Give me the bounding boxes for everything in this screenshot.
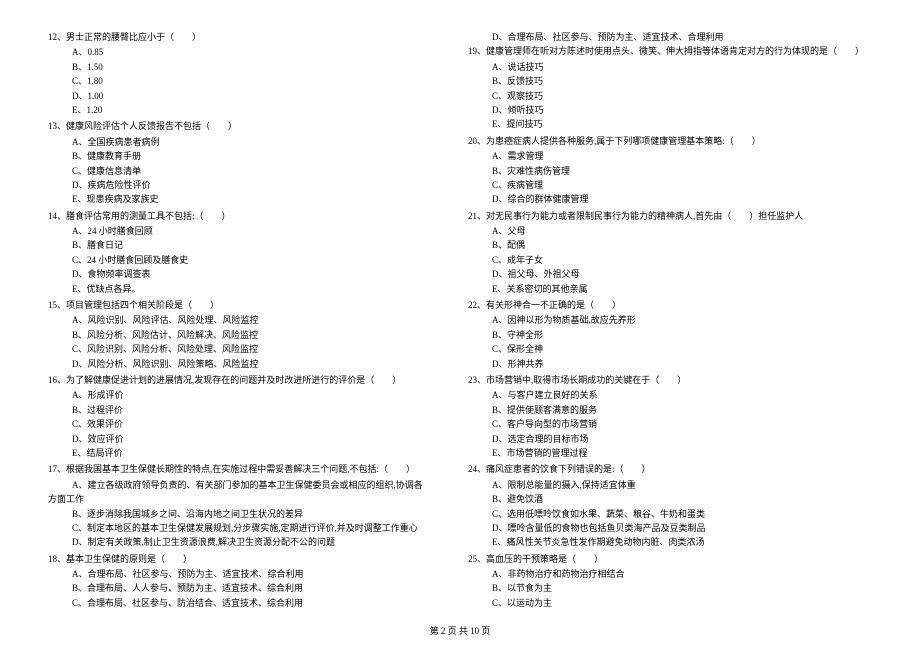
question-12: 12、男士正常的腰臀比应小于（ ） A、0.85 B、1.50 C、1.80 D… [48,30,452,117]
option: B、合理布局、人人参与、预防为主、适宜技术、综合利用 [48,581,452,595]
option: D、效应评价 [48,432,452,446]
option: C、健康信息清单 [48,164,452,178]
question-22: 22、有关形神合一不正确的是（ ） A、因神以形为物质基础,故应先养形 B、守神… [468,298,872,371]
option: B、膳食日记 [48,238,452,252]
option: C、1.80 [48,74,452,88]
option: C、疾病管理 [468,178,872,192]
question-21: 21、对无民事行为能力或者限制民事行为能力的精神病人,首先由（ ）担任监护人 A… [468,209,872,296]
question-17: 17、根据我国基本卫生保健长期性的特点,在实施过程中需妥善解决三个问题,不包括:… [48,462,452,549]
question-text: 24、痛风症患者的饮食下列错误的是:（ ） [468,462,872,476]
option: A、风险识别、风险评估、风险处理、风险监控 [48,313,452,327]
option: E、优缺点各异。 [48,282,452,296]
option: C、成年子女 [468,253,872,267]
question-text: 16、为了解健康促进计划的进展情况,发现存在的问题并及时改进所进行的评价是（ ） [48,373,452,387]
question-text: 20、为患癌症病人提供各种服务,属于下列哪项健康管理基本策略:（ ） [468,134,872,148]
option: B、逐步消除我国城乡之间、沿海内地之间卫生状况的差异 [48,507,452,521]
option: A、0.85 [48,45,452,59]
option: D、选定合理的目标市场 [468,432,872,446]
left-column: 12、男士正常的腰臀比应小于（ ） A、0.85 B、1.50 C、1.80 D… [40,30,460,612]
option: A、说话技巧 [468,60,872,74]
option: D、祖父母、外祖父母 [468,267,872,281]
option: D、倾听技巧 [468,103,872,117]
question-24: 24、痛风症患者的饮食下列错误的是:（ ） A、限制总能量的摄入,保持适宜体重 … [468,462,872,549]
option: B、以节食为主 [468,581,872,595]
question-19: 19、健康管理师在听对方陈述时使用点头、微笑、伸大拇指等体语肯定对方的行为体现的… [468,44,872,131]
question-text: 14、膳食评估常用的测量工具不包括:（ ） [48,209,452,223]
option: C、保形全神 [468,342,872,356]
question-16: 16、为了解健康促进计划的进展情况,发现存在的问题并及时改进所进行的评价是（ ）… [48,373,452,460]
question-15: 15、项目管理包括四个相关阶段是（ ） A、风险识别、风险评估、风险处理、风险监… [48,298,452,371]
option: A、父母 [468,224,872,238]
option: A、24 小时膳食回顾 [48,224,452,238]
question-14: 14、膳食评估常用的测量工具不包括:（ ） A、24 小时膳食回顾 B、膳食日记… [48,209,452,296]
question-text: 23、市场营销中,取得市场长期成功的关键在于（ ） [468,373,872,387]
question-text: 21、对无民事行为能力或者限制民事行为能力的精神病人,首先由（ ）担任监护人 [468,209,872,223]
option: D、嘌呤含量低的食物也包括鱼贝类海产品及豆类制品 [468,521,872,535]
option: A、非药物治疗和药物治疗相结合 [468,567,872,581]
option: C、选用低嘌呤饮食如水果、蔬菜、粮谷、牛奶和蛋类 [468,507,872,521]
option: A、限制总能量的摄入,保持适宜体重 [468,478,872,492]
option: A、合理布局、社区参与、预防为主、适宜技术、综合利用 [48,567,452,581]
option: B、灾难性病伤管理 [468,164,872,178]
option: B、提供使顾客满意的服务 [468,403,872,417]
option: E、关系密切的其他亲属 [468,282,872,296]
option: C、以运动为主 [468,596,872,610]
option: E、提问技巧 [468,117,872,131]
exam-page: 12、男士正常的腰臀比应小于（ ） A、0.85 B、1.50 C、1.80 D… [0,0,920,632]
option: D、形神共养 [468,357,872,371]
option: E、痛风性关节炎急性发作期避免动物内脏、肉类浓汤 [468,535,872,549]
option: C、观察技巧 [468,89,872,103]
option: D、疾病危险性评价 [48,178,452,192]
question-text: 15、项目管理包括四个相关阶段是（ ） [48,298,452,312]
option: D、食物频率调查表 [48,267,452,281]
option: A、因神以形为物质基础,故应先养形 [468,313,872,327]
option: D、风险分析、风险识别、风险策略、风险监控 [48,357,452,371]
option: C、风险识别、风险分析、风险处理、风险监控 [48,342,452,356]
option: E、现患疾病及家族史 [48,192,452,206]
option: A、形成评价 [48,388,452,402]
option: A、全国疾病患者病例 [48,135,452,149]
question-20: 20、为患癌症病人提供各种服务,属于下列哪项健康管理基本策略:（ ） A、需求管… [468,134,872,207]
option: B、避免饮酒 [468,492,872,506]
option: C、制定本地区的基本卫生保健发展规划,分步骤实施,定期进行评价,并及时调整工作重… [48,521,452,535]
option: E、结局评价 [48,446,452,460]
question-text: 25、高血压的干预策略是（ ） [468,552,872,566]
option: B、健康教育手册 [48,149,452,163]
question-text: 13、健康风险评估个人反馈报告不包括（ ） [48,119,452,133]
page-footer: 第 2 页 共 10 页 [0,624,920,638]
question-13: 13、健康风险评估个人反馈报告不包括（ ） A、全国疾病患者病例 B、健康教育手… [48,119,452,206]
option: C、24 小时膳食回顾及膳食史 [48,253,452,267]
question-text: 12、男士正常的腰臀比应小于（ ） [48,30,452,44]
question-text: 19、健康管理师在听对方陈述时使用点头、微笑、伸大拇指等体语肯定对方的行为体现的… [468,44,872,58]
option-wrap: 方面工作 [48,492,452,506]
question-text: 22、有关形神合一不正确的是（ ） [468,298,872,312]
question-25: 25、高血压的干预策略是（ ） A、非药物治疗和药物治疗相结合 B、以节食为主 … [468,552,872,611]
question-23: 23、市场营销中,取得市场长期成功的关键在于（ ） A、与客户建立良好的关系 B… [468,373,872,460]
option: B、风险分析、风险估计、风险解决、风险监控 [48,328,452,342]
option: D、制定有关政策,制止卫生资源浪费,解决卫生资源分配不公的问题 [48,535,452,549]
option: A、需求管理 [468,149,872,163]
option: B、守神全形 [468,328,872,342]
option: D、合理布局、社区参与、预防为主、适宜技术、合理利用 [468,30,872,44]
option: A、与客户建立良好的关系 [468,388,872,402]
option: C、效果评价 [48,417,452,431]
option: B、1.50 [48,60,452,74]
option: B、反馈技巧 [468,74,872,88]
option: D、1.00 [48,89,452,103]
option: E、市场营销的管理过程 [468,446,872,460]
question-text: 18、基本卫生保健的原则是（ ） [48,552,452,566]
question-18: 18、基本卫生保健的原则是（ ） A、合理布局、社区参与、预防为主、适宜技术、综… [48,552,452,611]
option: A、建立各级政府领导负责的、有关部门参加的基本卫生保健委员会或相应的组织,协调各 [48,478,452,492]
option: C、合理布局、社区参与、防治结合、适宜技术、综合利用 [48,596,452,610]
right-column: D、合理布局、社区参与、预防为主、适宜技术、合理利用 19、健康管理师在听对方陈… [460,30,880,612]
option: B、配偶 [468,238,872,252]
option: B、过程评价 [48,403,452,417]
option: D、综合的群体健康管理 [468,192,872,206]
question-text: 17、根据我国基本卫生保健长期性的特点,在实施过程中需妥善解决三个问题,不包括:… [48,462,452,476]
option: E、1.20 [48,103,452,117]
option: C、客户导向型的市场营销 [468,417,872,431]
